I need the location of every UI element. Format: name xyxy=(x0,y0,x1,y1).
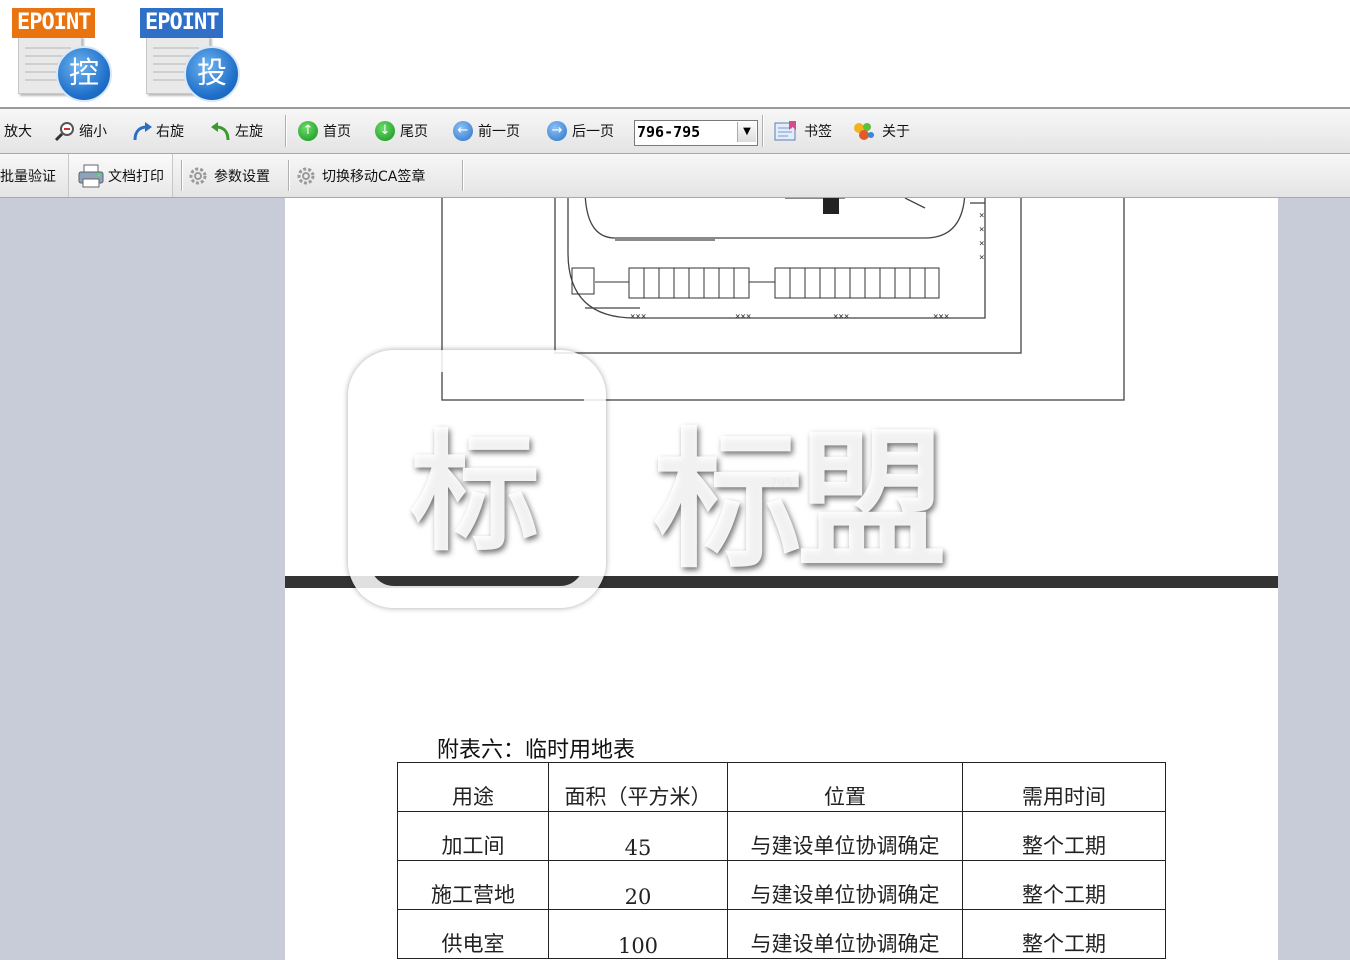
cell-area: 100 xyxy=(548,909,728,959)
table-title: 附表六：临时用地表 xyxy=(437,738,636,763)
navigation-toolbar: 放大 缩小 右旋 左旋 ↑ 首页 ↓ 尾页 ← 前一页 → 后一页 ▼ xyxy=(0,109,1350,154)
settings-button[interactable]: 参数设置 xyxy=(187,154,270,197)
svg-text:×××: ××× xyxy=(630,312,646,322)
prev-page-label: 前一页 xyxy=(478,124,520,140)
magnifier-icon xyxy=(54,121,74,142)
svg-text:×: × xyxy=(979,253,984,263)
first-page-button[interactable]: ↑ 首页 xyxy=(298,109,351,153)
zoom-in-label: 放大 xyxy=(4,124,32,140)
toolbar-divider xyxy=(288,160,290,191)
page-input[interactable] xyxy=(637,122,733,142)
table-row: 加工间 45 与建设单位协调确定 整个工期 xyxy=(397,811,1166,861)
pdf-page-796: 附表六：临时用地表 用途 面积（平方米） 位置 需用时间 加工间 45 与建设单… xyxy=(285,588,1278,960)
epoint-brand-label: EPOINT xyxy=(140,8,224,38)
table-row: 施工营地 20 与建设单位协调确定 整个工期 xyxy=(397,860,1166,910)
rotate-left-label: 左旋 xyxy=(235,124,263,140)
svg-text:×××: ××× xyxy=(933,312,949,322)
bookmark-button[interactable]: 书签 xyxy=(773,109,832,153)
cell-use: 施工营地 xyxy=(397,860,549,910)
page-number: 795 xyxy=(770,476,793,490)
about-label: 关于 xyxy=(882,124,910,140)
print-button[interactable]: 文档打印 xyxy=(68,154,173,197)
table-header-row: 用途 面积（平方米） 位置 需用时间 xyxy=(397,762,1166,812)
table-row: 供电室 100 与建设单位协调确定 整个工期 xyxy=(397,909,1166,959)
cell-duration: 整个工期 xyxy=(962,811,1166,861)
page-selector[interactable]: ▼ xyxy=(634,120,758,146)
gear-icon xyxy=(295,165,317,187)
rotate-left-icon xyxy=(210,121,230,141)
about-button[interactable]: 关于 xyxy=(851,109,910,153)
print-label: 文档打印 xyxy=(108,168,164,185)
switch-ca-label: 切换移动CA签章 xyxy=(322,168,426,185)
epoint-control-logo[interactable]: EPOINT 控 xyxy=(12,8,112,102)
cell-area: 45 xyxy=(548,811,728,861)
pdf-page-795: ××× ××× ××× ××× × × × × 795 xyxy=(285,198,1278,576)
about-icon xyxy=(851,120,877,142)
prev-page-button[interactable]: ← 前一页 xyxy=(453,109,520,153)
action-toolbar: 批量验证 文档打印 参数设置 切换移动CA签章 xyxy=(0,154,1350,198)
header-location: 位置 xyxy=(727,762,963,812)
header-duration: 需用时间 xyxy=(962,762,1166,812)
chevron-down-icon[interactable]: ▼ xyxy=(737,122,756,142)
cell-location: 与建设单位协调确定 xyxy=(727,860,963,910)
svg-text:×: × xyxy=(979,225,984,235)
site-layout-drawing: ××× ××× ××× ××× ×××× xyxy=(441,198,1125,401)
next-page-label: 后一页 xyxy=(572,124,614,140)
rotate-left-button[interactable]: 左旋 xyxy=(210,109,263,153)
arrow-left-icon: ← xyxy=(453,121,473,141)
last-page-label: 尾页 xyxy=(400,124,428,140)
zoom-in-button[interactable]: 放大 xyxy=(4,109,32,153)
zoom-out-label: 缩小 xyxy=(79,124,107,140)
arrow-down-icon: ↓ xyxy=(375,121,395,141)
settings-label: 参数设置 xyxy=(214,168,270,185)
switch-ca-button[interactable]: 切换移动CA签章 xyxy=(295,154,425,197)
logo-bar: EPOINT 控 EPOINT 投 xyxy=(0,0,1350,107)
arrow-up-icon: ↑ xyxy=(298,121,318,141)
first-page-label: 首页 xyxy=(323,124,351,140)
epoint-brand-label: EPOINT xyxy=(12,8,96,38)
svg-text:×: × xyxy=(979,211,984,221)
bid-glyph-icon: 投 xyxy=(184,46,240,102)
cell-duration: 整个工期 xyxy=(962,860,1166,910)
toolbar-divider xyxy=(285,115,287,147)
printer-icon xyxy=(77,163,105,189)
batch-verify-label: 批量验证 xyxy=(0,168,56,185)
header-use: 用途 xyxy=(397,762,549,812)
svg-text:×: × xyxy=(979,239,984,249)
header-area: 面积（平方米） xyxy=(548,762,728,812)
rotate-right-button[interactable]: 右旋 xyxy=(131,109,184,153)
last-page-button[interactable]: ↓ 尾页 xyxy=(375,109,428,153)
cell-location: 与建设单位协调确定 xyxy=(727,909,963,959)
batch-verify-button[interactable]: 批量验证 xyxy=(0,154,56,197)
svg-text:×××: ××× xyxy=(735,312,751,322)
bookmark-label: 书签 xyxy=(804,124,832,140)
document-viewer[interactable]: ××× ××× ××× ××× × × × × 795 附表六：临时用地表 用途 面积（平… xyxy=(0,198,1350,960)
rotate-right-icon xyxy=(131,121,152,141)
bookmark-icon xyxy=(773,120,799,142)
arrow-right-icon: → xyxy=(547,121,567,141)
cell-use: 加工间 xyxy=(397,811,549,861)
toolbar-divider xyxy=(181,160,183,191)
cell-use: 供电室 xyxy=(397,909,549,959)
rotate-right-label: 右旋 xyxy=(156,124,184,140)
svg-text:×××: ××× xyxy=(833,312,849,322)
temporary-land-table: 用途 面积（平方米） 位置 需用时间 加工间 45 与建设单位协调确定 整个工期… xyxy=(397,762,1166,959)
cell-duration: 整个工期 xyxy=(962,909,1166,959)
cell-area: 20 xyxy=(548,860,728,910)
zoom-out-button[interactable]: 缩小 xyxy=(54,109,107,153)
cell-location: 与建设单位协调确定 xyxy=(727,811,963,861)
toolbar-divider xyxy=(462,160,464,191)
gear-icon xyxy=(187,165,209,187)
control-glyph-icon: 控 xyxy=(56,46,112,102)
epoint-bid-logo[interactable]: EPOINT 投 xyxy=(140,8,240,102)
toolbar-divider xyxy=(762,115,764,147)
next-page-button[interactable]: → 后一页 xyxy=(547,109,614,153)
page-divider xyxy=(285,576,1278,588)
